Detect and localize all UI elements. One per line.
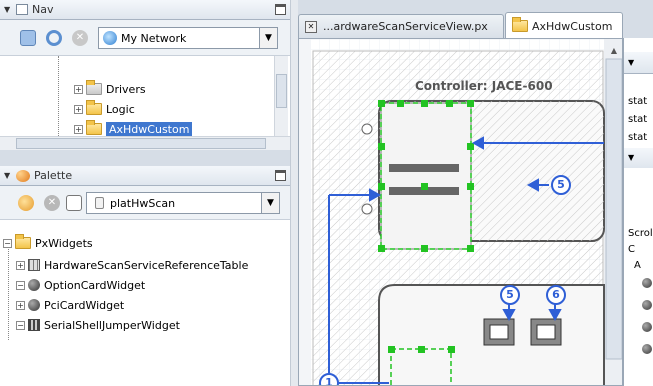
chevron-down-icon[interactable]: ▼ [259,28,277,48]
home-icon[interactable] [20,30,36,46]
jumper-icon [28,319,40,331]
widget-ball-icon [642,344,652,354]
maximize-icon[interactable] [275,170,286,181]
tree-item-drivers[interactable]: + Drivers [74,80,146,98]
table-icon [28,259,40,271]
palette-combo[interactable]: platHwScan ▼ [86,192,280,214]
callout-6[interactable]: 6 [546,285,566,305]
callout-1[interactable]: 1 [319,373,339,385]
widget-ball-icon [28,299,40,311]
find-icon[interactable] [66,195,82,211]
collapse-icon[interactable]: − [16,280,25,290]
palette-item-optioncard[interactable]: − OptionCardWidget [16,276,145,294]
tab-hardwarescanserviceview[interactable]: ✕ ...ardwareScanServiceView.px [298,14,504,38]
palette-item-pxwidgets[interactable]: − PxWidgets [3,234,93,252]
svg-text:▲: ▲ [611,46,618,55]
right-item-a: A [634,260,641,271]
widget-ball-icon [642,322,652,332]
folder-icon [86,100,102,115]
network-combo[interactable]: My Network ▼ [98,27,278,49]
collapse-icon[interactable]: − [3,238,12,248]
palette-icon [16,169,30,182]
nav-panel-header: ▼ Nav [0,0,290,20]
nav-icon [16,4,28,15]
right-header: ▼ [624,52,653,74]
collapse-arrow-icon[interactable]: ▼ [4,171,16,180]
right-row-2: stat [628,114,648,125]
close-icon[interactable]: ✕ [44,195,60,211]
refresh-icon[interactable] [46,30,62,46]
folder-icon [15,234,31,249]
expand-icon[interactable]: + [74,84,83,94]
tree-item-logic[interactable]: + Logic [74,100,135,118]
widget-ball-icon [642,300,652,310]
palette-panel-header: ▼ Palette [0,166,290,186]
maximize-icon[interactable] [275,4,286,15]
expand-icon[interactable]: + [16,260,25,270]
nav-panel-title: Nav [32,3,54,16]
right-row-1: stat [628,96,648,107]
scroll-label: Scrol [628,228,653,239]
right-subheader: ▼ [624,148,653,168]
palette-item-hardwarescan[interactable]: + HardwareScanServiceReferenceTable [16,256,248,274]
globe-icon [103,31,117,45]
palette-item-pcicard[interactable]: + PciCardWidget [16,296,124,314]
callout-5[interactable]: 5 [500,285,520,305]
nav-tree: + Drivers + Logic + AxHdwCustom [0,56,290,150]
chevron-down-icon[interactable]: ▼ [261,193,279,213]
callout-3[interactable]: 5 [551,175,571,195]
widget-ball-icon [28,279,40,291]
open-palette-icon[interactable] [18,195,34,211]
px-editor-canvas[interactable]: ▲ Controller: JACE-600 5 5 6 1 [298,38,623,386]
right-item-c: C [628,244,635,255]
expand-icon[interactable]: + [74,104,83,114]
controller-title: Controller: JACE-600 [415,79,553,93]
px-file-icon: ✕ [305,20,317,33]
panel-splitter[interactable] [290,0,298,386]
nav-vertical-scrollbar[interactable] [274,56,288,136]
expand-icon[interactable]: + [16,300,25,310]
close-icon[interactable]: ✕ [72,30,88,46]
right-side-panel: ▼ stat stat stat ▼ Scrol C A [623,38,653,386]
nav-toolbar: ✕ My Network ▼ [0,20,290,56]
palette-tree: − PxWidgets + HardwareScanServiceReferen… [0,220,290,386]
collapse-icon[interactable]: − [16,320,25,330]
right-row-3: stat [628,132,648,143]
folder-icon [86,80,102,95]
editor-tabbar: ✕ ...ardwareScanServiceView.px AxHdwCust… [298,12,623,39]
palette-combo-value: platHwScan [110,196,176,210]
nav-horizontal-scrollbar[interactable] [0,136,290,150]
expand-icon[interactable]: + [74,124,83,134]
collapse-arrow-icon[interactable]: ▼ [4,5,16,14]
jar-icon [95,197,104,209]
tab-axhdwcustom[interactable]: AxHdwCustom [505,12,623,39]
widget-ball-icon [642,278,652,288]
palette-item-serialshell[interactable]: − SerialShellJumperWidget [16,316,180,334]
network-combo-value: My Network [121,31,187,45]
folder-icon [512,17,528,32]
palette-panel-title: Palette [34,169,73,182]
folder-icon [86,120,102,135]
palette-toolbar: ✕ platHwScan ▼ [0,186,290,220]
